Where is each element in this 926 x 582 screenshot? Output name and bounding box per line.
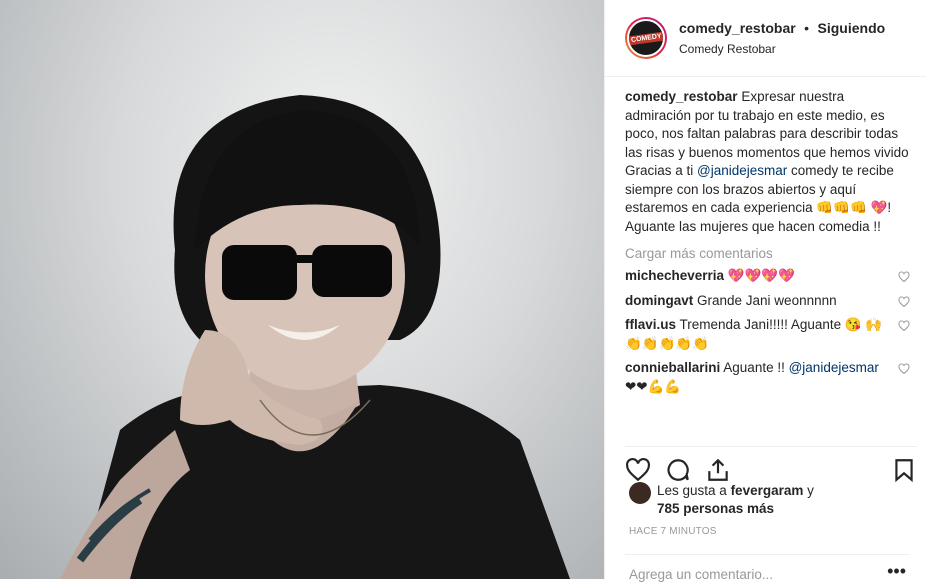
comment-item: domingavt Grande Jani weonnnnn	[625, 292, 910, 311]
comment-username[interactable]: fflavi.us	[625, 317, 676, 332]
likes-count[interactable]: 785 personas más	[657, 501, 774, 516]
like-comment-heart-icon[interactable]	[898, 271, 910, 283]
action-bar	[625, 446, 917, 483]
load-more-comments-button[interactable]: Cargar más comentarios	[625, 246, 910, 261]
avatar-logo-text: COMEDY	[629, 31, 663, 45]
header-separator: •	[804, 20, 810, 36]
like-comment-heart-icon[interactable]	[898, 295, 910, 308]
caption-emojis: 👊👊👊 💖!	[816, 200, 892, 215]
post-timestamp: HACE 7 MINUTOS	[629, 526, 717, 537]
header-username[interactable]: comedy_restobar	[679, 20, 796, 36]
like-comment-heart-icon[interactable]	[898, 320, 910, 332]
save-bookmark-icon[interactable]	[891, 457, 917, 483]
comment-mention[interactable]: @janidejesmar	[789, 360, 879, 375]
comments-list: comedy_restobar Expresar nuestra admirac…	[625, 88, 910, 438]
comment-text: Grande Jani weonnnnn	[693, 292, 837, 308]
header-location[interactable]: Comedy Restobar	[679, 42, 885, 56]
caption-line2: Aguante las mujeres que hacen comedia !!	[625, 218, 881, 234]
comment-item: connieballarini Aguante !! @janidejesmar…	[625, 359, 910, 396]
comment-text: 💖💖💖💖	[724, 268, 796, 283]
comment-username[interactable]: connieballarini	[625, 360, 720, 375]
caption-username[interactable]: comedy_restobar	[625, 89, 738, 104]
liker-avatar[interactable]	[629, 482, 651, 504]
liker-username[interactable]: fevergaram	[731, 483, 804, 498]
comment-item: fflavi.us Tremenda Jani!!!!! Aguante 😘 🙌…	[625, 316, 910, 353]
post-header: COMEDY comedy_restobar • Siguiendo Comed…	[605, 0, 926, 77]
post-viewer: COMEDY comedy_restobar • Siguiendo Comed…	[0, 0, 926, 582]
likes-middle: y	[803, 483, 814, 498]
following-button[interactable]: Siguiendo	[818, 20, 886, 36]
comment-username[interactable]: domingavt	[625, 293, 693, 308]
post-sidebar: COMEDY comedy_restobar • Siguiendo Comed…	[604, 0, 926, 582]
like-heart-icon[interactable]	[625, 457, 651, 483]
likes-summary: Les gusta a fevergaram y 785 personas má…	[629, 482, 814, 518]
like-comment-heart-icon[interactable]	[898, 363, 910, 375]
caption-mention[interactable]: @janidejesmar	[697, 163, 787, 178]
likes-prefix: Les gusta a	[657, 483, 731, 498]
add-comment-input[interactable]: Agrega un comentario...	[629, 567, 773, 582]
comment-text-tail: ❤❤💪💪	[625, 378, 682, 394]
post-photo[interactable]	[0, 0, 604, 579]
avatar[interactable]: COMEDY	[625, 17, 667, 59]
woman-portrait-illustration	[60, 95, 570, 579]
share-upload-icon[interactable]	[705, 457, 731, 483]
post-caption: comedy_restobar Expresar nuestra admirac…	[625, 88, 910, 236]
comment-item: michecheverria 💖💖💖💖	[625, 267, 910, 286]
comment-text: Aguante !!	[720, 360, 789, 375]
comment-username[interactable]: michecheverria	[625, 268, 724, 283]
comment-bubble-icon[interactable]	[665, 457, 691, 483]
add-comment-bar: Agrega un comentario... •••	[625, 554, 910, 582]
